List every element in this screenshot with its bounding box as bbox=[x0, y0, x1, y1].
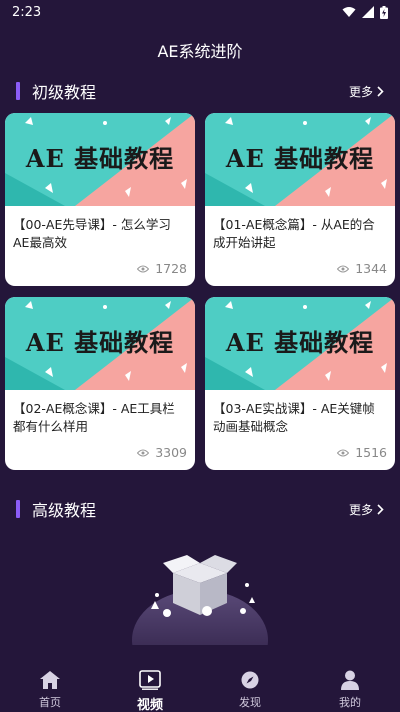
card-title: 【01-AE概念篇】- 从AE的合成开始讲起 bbox=[213, 217, 375, 250]
view-count-value: 1516 bbox=[355, 445, 387, 460]
section-title-advanced: 高级教程 bbox=[32, 501, 97, 520]
course-thumbnail: AE 基础教程 bbox=[205, 113, 395, 206]
section-accent-bar bbox=[16, 82, 20, 100]
card-title: 【00-AE先导课】- 怎么学习AE最高效 bbox=[13, 217, 171, 250]
card-title: 【03-AE实战课】- AE关键帧动画基础概念 bbox=[213, 401, 375, 434]
nav-home[interactable]: 首页 bbox=[10, 662, 90, 710]
view-count: 1516 bbox=[337, 445, 387, 460]
eye-icon bbox=[137, 449, 150, 456]
battery-icon bbox=[380, 5, 388, 19]
signal-icon bbox=[362, 6, 374, 18]
section-header-basic: 初级教程 更多 bbox=[16, 80, 384, 102]
compass-icon bbox=[241, 671, 259, 689]
chevron-right-icon bbox=[377, 85, 384, 97]
course-card[interactable]: AE 基础教程 【01-AE概念篇】- 从AE的合成开始讲起 1344 bbox=[205, 113, 395, 286]
card-title: 【02-AE概念课】- AE工具栏都有什么样用 bbox=[13, 401, 175, 434]
user-icon bbox=[341, 670, 359, 690]
status-bar: 2:23 bbox=[0, 0, 400, 24]
video-icon bbox=[139, 670, 161, 690]
eye-icon bbox=[137, 265, 150, 272]
course-card[interactable]: AE 基础教程 【00-AE先导课】- 怎么学习AE最高效 1728 bbox=[5, 113, 195, 286]
thumbnail-text: AE 基础教程 bbox=[25, 328, 175, 357]
nav-label: 首页 bbox=[39, 696, 61, 709]
empty-box-illustration bbox=[132, 555, 268, 645]
course-thumbnail: AE 基础教程 bbox=[205, 297, 395, 390]
home-icon bbox=[40, 671, 60, 689]
view-count: 3309 bbox=[137, 445, 187, 460]
more-basic-button[interactable]: 更多 bbox=[349, 83, 384, 100]
nav-profile[interactable]: 我的 bbox=[310, 662, 390, 710]
nav-label: 我的 bbox=[339, 696, 361, 709]
status-icons bbox=[342, 5, 388, 19]
course-card[interactable]: AE 基础教程 【02-AE概念课】- AE工具栏都有什么样用 3309 bbox=[5, 297, 195, 470]
section-header-advanced: 高级教程 更多 bbox=[16, 498, 384, 520]
course-card[interactable]: AE 基础教程 【03-AE实战课】- AE关键帧动画基础概念 1516 bbox=[205, 297, 395, 470]
more-label: 更多 bbox=[348, 84, 373, 99]
nav-discover[interactable]: 发现 bbox=[210, 662, 290, 710]
view-count-value: 3309 bbox=[155, 445, 187, 460]
thumbnail-text: AE 基础教程 bbox=[25, 144, 175, 173]
view-count-value: 1728 bbox=[155, 261, 187, 276]
nav-label: 发现 bbox=[239, 696, 261, 709]
section-title-basic: 初级教程 bbox=[32, 83, 97, 102]
bottom-nav: 首页 视频 发现 我的 bbox=[0, 662, 400, 712]
wifi-icon bbox=[342, 7, 356, 17]
thumbnail-text: AE 基础教程 bbox=[225, 144, 375, 173]
eye-icon bbox=[337, 265, 350, 272]
course-thumbnail: AE 基础教程 bbox=[5, 113, 195, 206]
view-count: 1344 bbox=[337, 261, 387, 276]
more-advanced-button[interactable]: 更多 bbox=[349, 501, 384, 518]
thumbnail-text: AE 基础教程 bbox=[225, 328, 375, 357]
page-title: AE系统进阶 bbox=[157, 42, 243, 61]
more-label: 更多 bbox=[348, 502, 373, 517]
view-count-value: 1344 bbox=[355, 261, 387, 276]
status-time: 2:23 bbox=[12, 4, 42, 20]
chevron-right-icon bbox=[377, 503, 384, 515]
course-thumbnail: AE 基础教程 bbox=[5, 297, 195, 390]
nav-video[interactable]: 视频 bbox=[110, 662, 190, 712]
eye-icon bbox=[337, 449, 350, 456]
section-accent-bar bbox=[16, 500, 20, 518]
nav-label: 视频 bbox=[136, 698, 163, 712]
view-count: 1728 bbox=[137, 261, 187, 276]
